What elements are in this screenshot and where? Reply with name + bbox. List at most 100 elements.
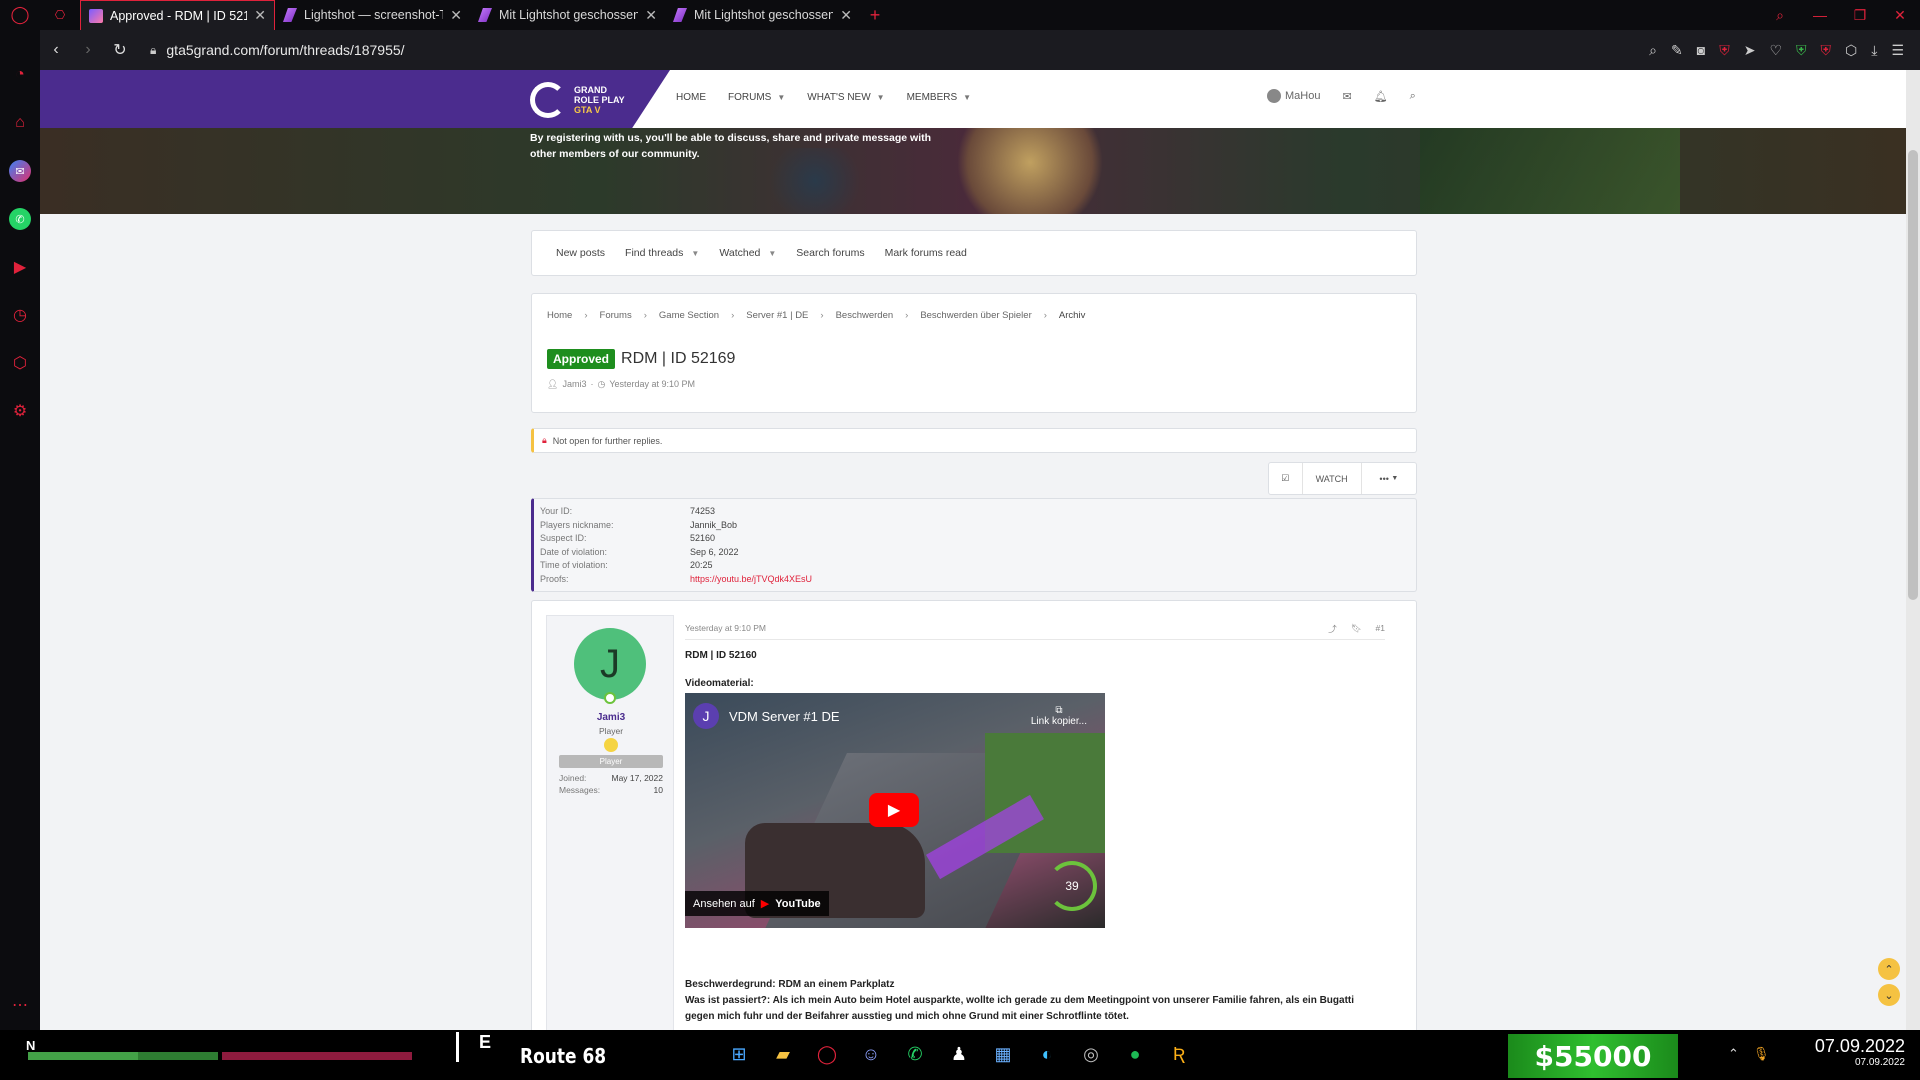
rockstar-icon[interactable]: Ʀ bbox=[1165, 1040, 1193, 1068]
reload-icon[interactable]: ↻ bbox=[104, 40, 136, 60]
subnav-watched[interactable]: Watched ▼ bbox=[719, 247, 776, 259]
opera-logo-icon[interactable]: ◯ bbox=[0, 0, 40, 30]
breadcrumb-item[interactable]: Server #1 | DE bbox=[746, 310, 808, 321]
history-icon[interactable]: ◷ bbox=[9, 304, 31, 326]
file-explorer-icon[interactable]: ▰ bbox=[769, 1040, 797, 1068]
play-button[interactable]: ▶ bbox=[869, 793, 919, 827]
share-icon[interactable]: ⤴ bbox=[1328, 623, 1337, 635]
camera-icon[interactable]: ◙ bbox=[1697, 42, 1705, 58]
scrollbar[interactable] bbox=[1906, 70, 1920, 1030]
tab-lightshot-2[interactable]: Mit Lightshot geschossen ✕ bbox=[470, 0, 665, 30]
lock-icon[interactable]: 🔒︎ bbox=[150, 43, 156, 58]
post-date[interactable]: Yesterday at 9:10 PM bbox=[685, 623, 766, 635]
youtube-embed[interactable]: J VDM Server #1 DE ⧉ Link kopier... ▶ 39 … bbox=[685, 693, 1105, 928]
subnav-find-threads[interactable]: Find threads ▼ bbox=[625, 247, 699, 259]
whatsapp-icon[interactable]: ✆ bbox=[9, 208, 31, 230]
copy-link-button[interactable]: ⧉ Link kopier... bbox=[1031, 705, 1087, 727]
tab-lightshot-3[interactable]: Mit Lightshot geschossen ✕ bbox=[665, 0, 860, 30]
breadcrumb-item[interactable]: Home bbox=[547, 310, 572, 321]
store-icon[interactable]: ▦ bbox=[989, 1040, 1017, 1068]
back-icon[interactable]: ‹ bbox=[40, 41, 72, 59]
account-menu[interactable]: MaHou bbox=[1267, 89, 1320, 103]
watch-button[interactable]: WATCH bbox=[1303, 463, 1362, 494]
close-icon[interactable]: ✕ bbox=[254, 7, 266, 24]
opera-gx-icon[interactable]: ◯ bbox=[813, 1040, 841, 1068]
player-icon[interactable]: ▶ bbox=[9, 256, 31, 278]
search-tabs-icon[interactable]: ⌕ bbox=[1760, 7, 1800, 24]
edit-icon[interactable]: ✎ bbox=[1671, 42, 1683, 59]
ublock-shield-icon[interactable]: ⛨ bbox=[1821, 42, 1832, 59]
gx-controller-icon[interactable]: ⎔ bbox=[40, 8, 80, 22]
forward-icon[interactable]: › bbox=[72, 41, 104, 59]
breadcrumb-item[interactable]: Beschwerden über Spieler bbox=[920, 310, 1031, 321]
video-title[interactable]: VDM Server #1 DE bbox=[729, 709, 840, 724]
tab-approved[interactable]: Approved - RDM | ID 52169 ✕ bbox=[80, 0, 275, 30]
more-dots-icon[interactable]: ⋯ bbox=[9, 994, 31, 1016]
messenger-icon[interactable]: ✉ bbox=[9, 160, 31, 182]
taskbar: N E Route 68 ⊞ ▰ ◯ ☺ ✆ ♟ ▦ ◐ ◎ ● Ʀ $5500… bbox=[0, 1030, 1920, 1080]
nav-whats-new[interactable]: WHAT'S NEW ▼ bbox=[807, 92, 884, 103]
inbox-icon[interactable]: ✉ bbox=[1342, 90, 1351, 103]
close-icon[interactable]: ✕ bbox=[450, 7, 462, 24]
thread-author[interactable]: Jami3 bbox=[562, 379, 586, 390]
windows-start-icon[interactable]: ⊞ bbox=[725, 1040, 753, 1068]
restore-icon[interactable]: ❐ bbox=[1840, 7, 1880, 24]
discord-icon[interactable]: ☺ bbox=[857, 1040, 885, 1068]
search-icon[interactable]: ⌕ bbox=[1649, 42, 1657, 59]
nav-home[interactable]: HOME bbox=[676, 92, 706, 103]
post-username[interactable]: Jami3 bbox=[547, 712, 675, 723]
microphone-icon[interactable]: 🎙︎ bbox=[1753, 1046, 1770, 1062]
gx-corner-icon[interactable]: ⌂ bbox=[9, 112, 31, 134]
subnav-search-forums[interactable]: Search forums bbox=[796, 247, 864, 259]
settings-gear-icon[interactable]: ⚙ bbox=[9, 400, 31, 422]
avatar[interactable]: J bbox=[574, 628, 646, 700]
download-icon[interactable]: ⤓ bbox=[1871, 42, 1877, 59]
post-number[interactable]: #1 bbox=[1376, 623, 1385, 635]
url-field[interactable]: gta5grand.com/forum/threads/187955/ bbox=[166, 42, 404, 58]
breadcrumb-item[interactable]: Beschwerden bbox=[836, 310, 894, 321]
watch-on-youtube-button[interactable]: Ansehen auf ▶ YouTube bbox=[685, 891, 829, 916]
scrollbar-thumb[interactable] bbox=[1908, 150, 1918, 600]
extensions-cube-icon[interactable]: ⬡ bbox=[9, 352, 31, 374]
heart-icon[interactable]: ♡ bbox=[1769, 42, 1782, 59]
whatsapp-icon[interactable]: ✆ bbox=[901, 1040, 929, 1068]
breadcrumb-item[interactable]: Archiv bbox=[1059, 310, 1085, 321]
close-icon[interactable]: ✕ bbox=[645, 7, 657, 24]
search-icon[interactable]: ⌕ bbox=[1410, 90, 1416, 103]
subnav-new-posts[interactable]: New posts bbox=[556, 247, 605, 259]
window-close-icon[interactable]: ✕ bbox=[1880, 7, 1920, 24]
gta5grand-icon[interactable]: ◎ bbox=[1077, 1040, 1105, 1068]
adblock-shield-icon[interactable]: ⛨ bbox=[1719, 42, 1730, 59]
edge-icon[interactable]: ◐ bbox=[1033, 1040, 1061, 1068]
subnav-mark-read[interactable]: Mark forums read bbox=[885, 247, 967, 259]
vpn-shield-icon[interactable]: ⛨ bbox=[1796, 42, 1807, 59]
thread-meta: 👤︎ Jami3 · ◷ Yesterday at 9:10 PM bbox=[547, 379, 696, 390]
tab-lightshot-1[interactable]: Lightshot — screenshot-To ✕ bbox=[275, 0, 470, 30]
bell-icon[interactable]: 🔔︎ bbox=[1374, 90, 1388, 103]
scroll-down-button[interactable]: ⌄ bbox=[1878, 984, 1900, 1006]
nav-members[interactable]: MEMBERS ▼ bbox=[907, 92, 971, 103]
more-options-button[interactable]: ••• ▼ bbox=[1362, 463, 1416, 494]
site-logo[interactable]: GRAND ROLE PLAY GTA V bbox=[530, 82, 625, 118]
breadcrumb-item[interactable]: Game Section bbox=[659, 310, 719, 321]
minimize-icon[interactable]: — bbox=[1800, 7, 1840, 24]
close-icon[interactable]: ✕ bbox=[840, 7, 852, 24]
youtube-logo-icon: ▶ bbox=[760, 898, 770, 910]
channel-avatar[interactable]: J bbox=[693, 703, 719, 729]
bookmark-icon[interactable]: 🔖︎ bbox=[1351, 623, 1362, 635]
breadcrumb-item[interactable]: Forums bbox=[600, 310, 632, 321]
speed-dial-icon[interactable]: ◔ bbox=[9, 64, 31, 86]
nav-forums[interactable]: FORUMS ▼ bbox=[728, 92, 785, 103]
menu-icon[interactable]: ☰ bbox=[1891, 42, 1904, 59]
spotify-icon[interactable]: ● bbox=[1121, 1040, 1149, 1068]
proof-link[interactable]: https://youtu.be/jTVQdk4XEsU bbox=[690, 573, 812, 587]
new-tab-button[interactable]: + bbox=[860, 5, 890, 26]
checkbox-icon[interactable]: ☑ bbox=[1269, 463, 1303, 494]
cube-icon[interactable]: ⬡ bbox=[1845, 42, 1857, 59]
chevron-up-icon[interactable]: ⌃ bbox=[1728, 1046, 1739, 1062]
thread-date[interactable]: Yesterday at 9:10 PM bbox=[609, 379, 695, 390]
clock[interactable]: 07.09.2022 07.09.2022 bbox=[1800, 1036, 1905, 1068]
send-icon[interactable]: ➤ bbox=[1744, 42, 1756, 59]
app-icon[interactable]: ♟ bbox=[945, 1040, 973, 1068]
scroll-up-button[interactable]: ⌃ bbox=[1878, 958, 1900, 980]
